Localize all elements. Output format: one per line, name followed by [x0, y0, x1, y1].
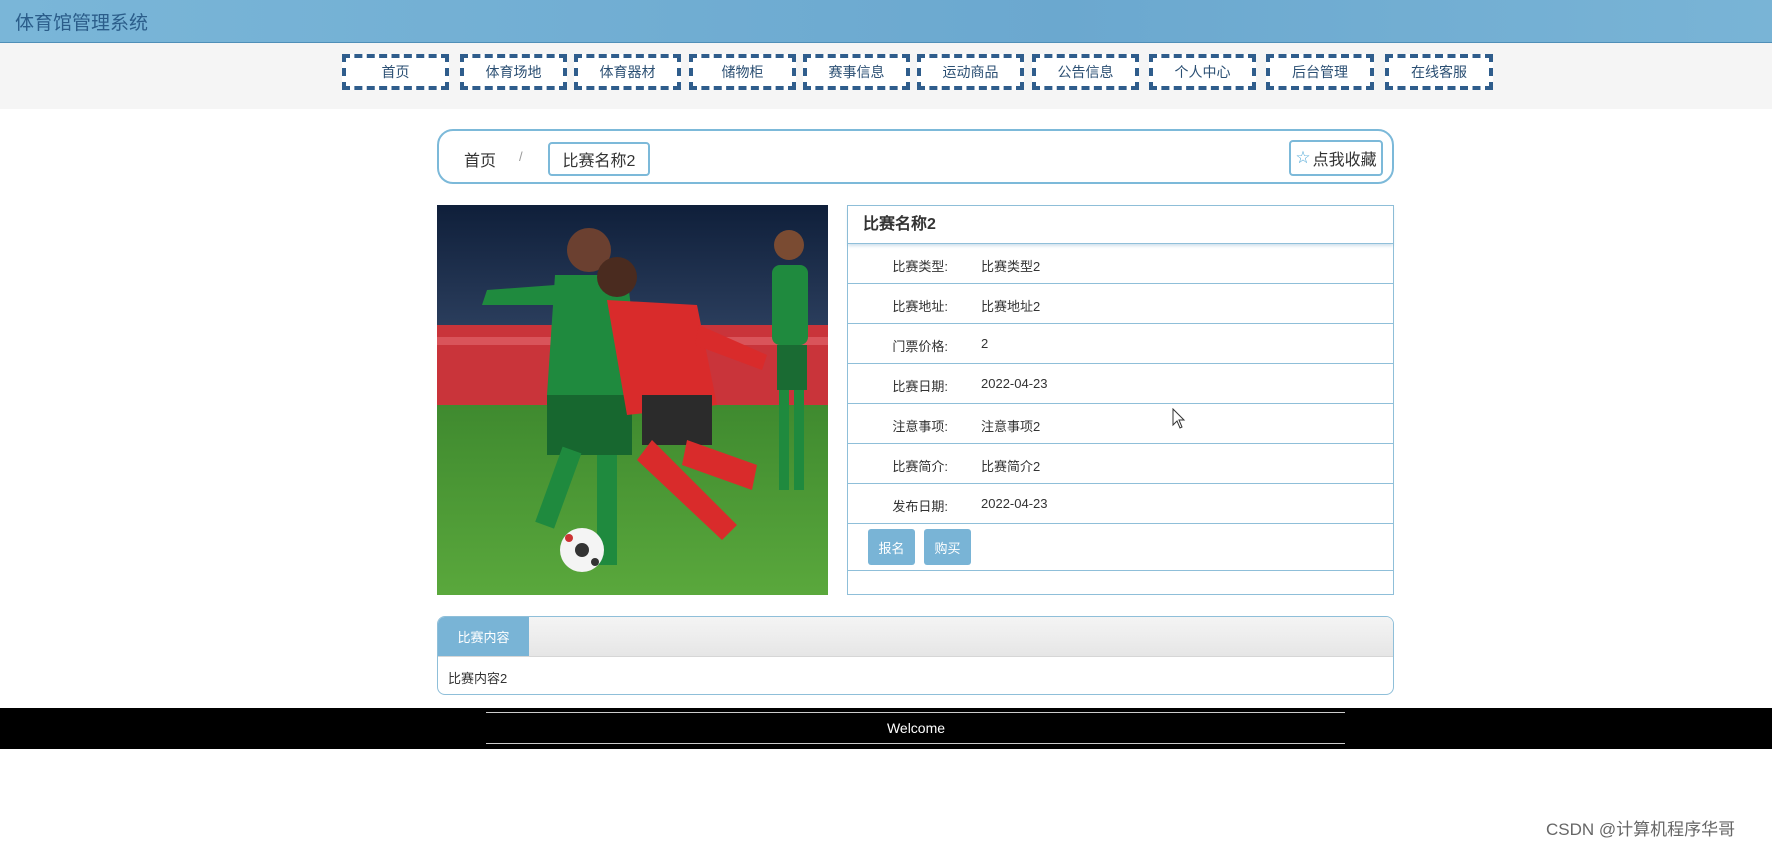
nav-item-events[interactable]: 赛事信息 [803, 54, 910, 90]
field-label: 发布日期: [892, 499, 948, 514]
footer: Welcome [0, 708, 1772, 749]
football-match-image [437, 205, 828, 595]
field-label: 比赛地址: [892, 299, 948, 314]
content-tabbar: 比赛内容 [438, 617, 1393, 657]
star-icon: ☆ [1295, 148, 1311, 167]
favorite-button[interactable]: ☆ 点我收藏 [1289, 140, 1383, 176]
event-photo [437, 205, 828, 595]
nav-item-support[interactable]: 在线客服 [1385, 54, 1493, 90]
signup-button[interactable]: 报名 [868, 529, 915, 565]
field-row: 发布日期: 2022-04-23 [848, 484, 1393, 524]
nav-item-equipment[interactable]: 体育器材 [574, 54, 681, 90]
field-value: 注意事项2 [981, 419, 1041, 434]
nav-item-venues[interactable]: 体育场地 [460, 54, 567, 90]
field-row: 比赛地址: 比赛地址2 [848, 284, 1393, 324]
footer-divider-bottom [486, 743, 1345, 744]
field-row: 注意事项: 注意事项2 [848, 404, 1393, 444]
event-detail-panel: 比赛名称2 比赛类型: 比赛类型2 比赛地址: 比赛地址2 门票价格: 2 比赛… [847, 205, 1394, 595]
nav-item-home[interactable]: 首页 [342, 54, 449, 90]
app-title: 体育馆管理系统 [15, 13, 149, 34]
watermark-text: CSDN @计算机程序华哥 [1546, 820, 1736, 839]
mouse-cursor-icon [1172, 408, 1186, 429]
content-text: 比赛内容2 [448, 671, 508, 686]
event-title: 比赛名称2 [848, 206, 1393, 244]
field-label: 门票价格: [892, 339, 948, 354]
app-header: 体育馆管理系统 [0, 0, 1772, 43]
nav-item-notices[interactable]: 公告信息 [1032, 54, 1139, 90]
main-nav: 首页 体育场地 体育器材 储物柜 赛事信息 运动商品 公告信息 个人中心 后台管… [0, 43, 1772, 109]
buy-button[interactable]: 购买 [924, 529, 971, 565]
field-label: 比赛日期: [892, 379, 948, 394]
field-value: 比赛简介2 [981, 459, 1041, 474]
content-panel: 比赛内容 比赛内容2 [437, 616, 1394, 695]
field-label: 比赛类型: [892, 259, 948, 274]
nav-item-profile[interactable]: 个人中心 [1149, 54, 1256, 90]
breadcrumb-home[interactable]: 首页 [464, 147, 496, 171]
field-label: 比赛简介: [892, 459, 948, 474]
field-row: 比赛类型: 比赛类型2 [848, 244, 1393, 284]
footer-welcome: Welcome [886, 720, 946, 736]
footer-divider-top [486, 712, 1345, 713]
action-row: 报名 购买 [848, 524, 1393, 571]
tab-event-content[interactable]: 比赛内容 [438, 617, 529, 656]
field-row: 比赛简介: 比赛简介2 [848, 444, 1393, 484]
breadcrumb-separator: / [519, 149, 523, 164]
breadcrumb: 首页 / 比赛名称2 ☆ 点我收藏 [437, 129, 1394, 184]
nav-item-products[interactable]: 运动商品 [917, 54, 1024, 90]
field-value: 2022-04-23 [981, 496, 1048, 511]
breadcrumb-current: 比赛名称2 [548, 142, 650, 176]
nav-item-admin[interactable]: 后台管理 [1266, 54, 1374, 90]
field-value: 2022-04-23 [981, 376, 1048, 391]
field-row: 比赛日期: 2022-04-23 [848, 364, 1393, 404]
field-value: 比赛类型2 [981, 259, 1041, 274]
nav-item-lockers[interactable]: 储物柜 [689, 54, 796, 90]
field-row: 门票价格: 2 [848, 324, 1393, 364]
favorite-label: 点我收藏 [1312, 152, 1377, 169]
field-value: 2 [981, 336, 989, 351]
field-value: 比赛地址2 [981, 299, 1041, 314]
field-label: 注意事项: [892, 419, 948, 434]
